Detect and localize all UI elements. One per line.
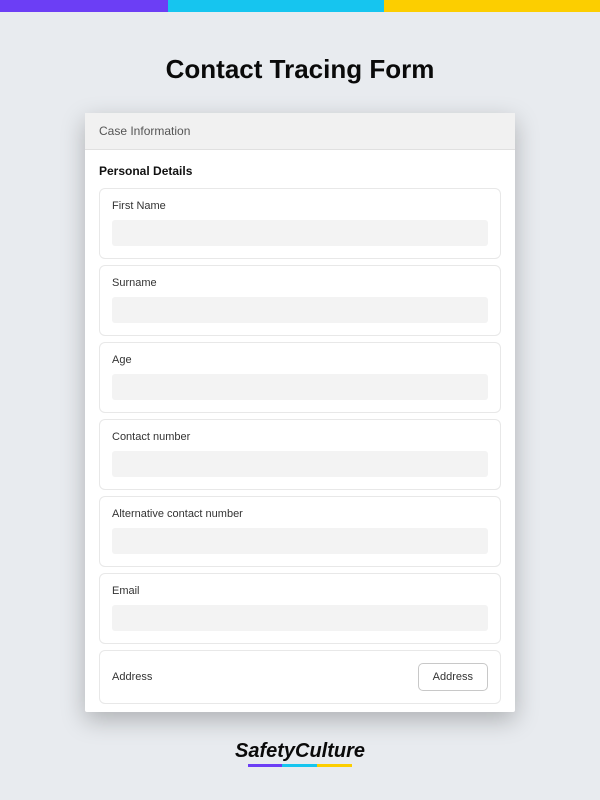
contact-number-label: Contact number <box>112 431 488 443</box>
top-bar-purple <box>0 0 168 12</box>
age-input[interactable] <box>112 374 488 400</box>
contact-number-input[interactable] <box>112 451 488 477</box>
field-first-name: First Name <box>99 188 501 259</box>
top-bar-yellow <box>384 0 600 12</box>
brand-underline <box>248 764 353 767</box>
surname-input[interactable] <box>112 297 488 323</box>
address-button[interactable]: Address <box>418 663 488 691</box>
page-title: Contact Tracing Form <box>0 54 600 85</box>
field-age: Age <box>99 342 501 413</box>
field-contact-number: Contact number <box>99 419 501 490</box>
section-header: Case Information <box>85 113 515 150</box>
decorative-top-bar <box>0 0 600 12</box>
first-name-label: First Name <box>112 200 488 212</box>
alt-contact-number-input[interactable] <box>112 528 488 554</box>
field-surname: Surname <box>99 265 501 336</box>
field-alt-contact-number: Alternative contact number <box>99 496 501 567</box>
email-label: Email <box>112 585 488 597</box>
surname-label: Surname <box>112 277 488 289</box>
underline-purple <box>248 764 283 767</box>
alt-contact-number-label: Alternative contact number <box>112 508 488 520</box>
form-container: Case Information Personal Details First … <box>85 113 515 712</box>
underline-cyan <box>282 764 317 767</box>
brand-name: SafetyCulture <box>235 740 365 762</box>
field-email: Email <box>99 573 501 644</box>
address-label: Address <box>112 671 152 683</box>
underline-yellow <box>317 764 352 767</box>
first-name-input[interactable] <box>112 220 488 246</box>
form-body: Personal Details First Name Surname Age … <box>85 150 515 712</box>
age-label: Age <box>112 354 488 366</box>
subsection-title: Personal Details <box>99 164 501 178</box>
field-address: Address Address <box>99 650 501 704</box>
email-input[interactable] <box>112 605 488 631</box>
footer-brand: SafetyCulture <box>0 740 600 767</box>
top-bar-cyan <box>168 0 384 12</box>
